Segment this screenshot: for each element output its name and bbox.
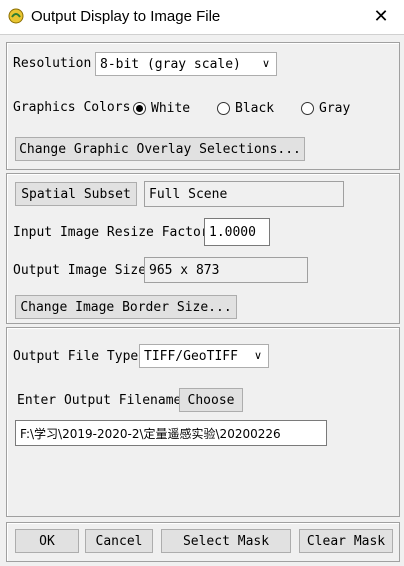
subset-panel: Spatial Subset Full Scene Input Image Re… [6,173,400,324]
radio-gray[interactable] [301,102,314,115]
change-border-button[interactable]: Change Image Border Size... [15,295,237,319]
spatial-subset-field: Full Scene [144,181,344,207]
chevron-down-icon: ∨ [261,56,270,70]
display-options-panel: Resolution 8-bit (gray scale) ∨ Graphics… [6,42,400,170]
cancel-button[interactable]: Cancel [85,529,153,553]
resolution-label: Resolution [13,56,92,71]
radio-white-label: White [151,101,191,116]
resolution-dropdown[interactable]: 8-bit (gray scale) ∨ [95,52,277,76]
radio-black[interactable] [217,102,230,115]
radio-black-label: Black [235,101,275,116]
choose-button[interactable]: Choose [179,388,243,412]
file-type-value: TIFF/GeoTIFF [144,348,238,364]
app-icon [8,8,24,24]
resize-factor-input[interactable]: 1.0000 [204,218,270,246]
select-mask-button[interactable]: Select Mask [161,529,291,553]
title-bar: Output Display to Image File ✕ [0,0,404,34]
resize-factor-label: Input Image Resize Factor [13,225,209,240]
window-title: Output Display to Image File [31,8,221,25]
output-filename-input[interactable]: F:\学习\2019-2020-2\定量遥感实验\20200226 [15,420,327,446]
radio-white[interactable] [133,102,146,115]
change-overlay-button[interactable]: Change Graphic Overlay Selections... [15,137,305,161]
file-type-dropdown[interactable]: TIFF/GeoTIFF ∨ [139,344,269,368]
output-size-label: Output Image Size [13,263,147,278]
clear-mask-button[interactable]: Clear Mask [299,529,393,553]
close-icon[interactable]: ✕ [370,6,392,28]
filename-label: Enter Output Filename [17,393,182,408]
radio-gray-label: Gray [319,101,351,116]
spatial-subset-button[interactable]: Spatial Subset [15,182,137,206]
dialog-body: Resolution 8-bit (gray scale) ∨ Graphics… [0,34,404,566]
ok-button[interactable]: OK [15,529,79,553]
file-type-label: Output File Type [13,349,139,364]
chevron-down-icon: ∨ [253,348,262,362]
output-size-field: 965 x 873 [144,257,308,283]
resolution-value: 8-bit (gray scale) [100,56,241,72]
output-file-panel: Output File Type TIFF/GeoTIFF ∨ Enter Ou… [6,327,400,517]
footer-panel: OK Cancel Select Mask Clear Mask [6,522,400,562]
graphics-colors-label: Graphics Colors [13,100,131,115]
